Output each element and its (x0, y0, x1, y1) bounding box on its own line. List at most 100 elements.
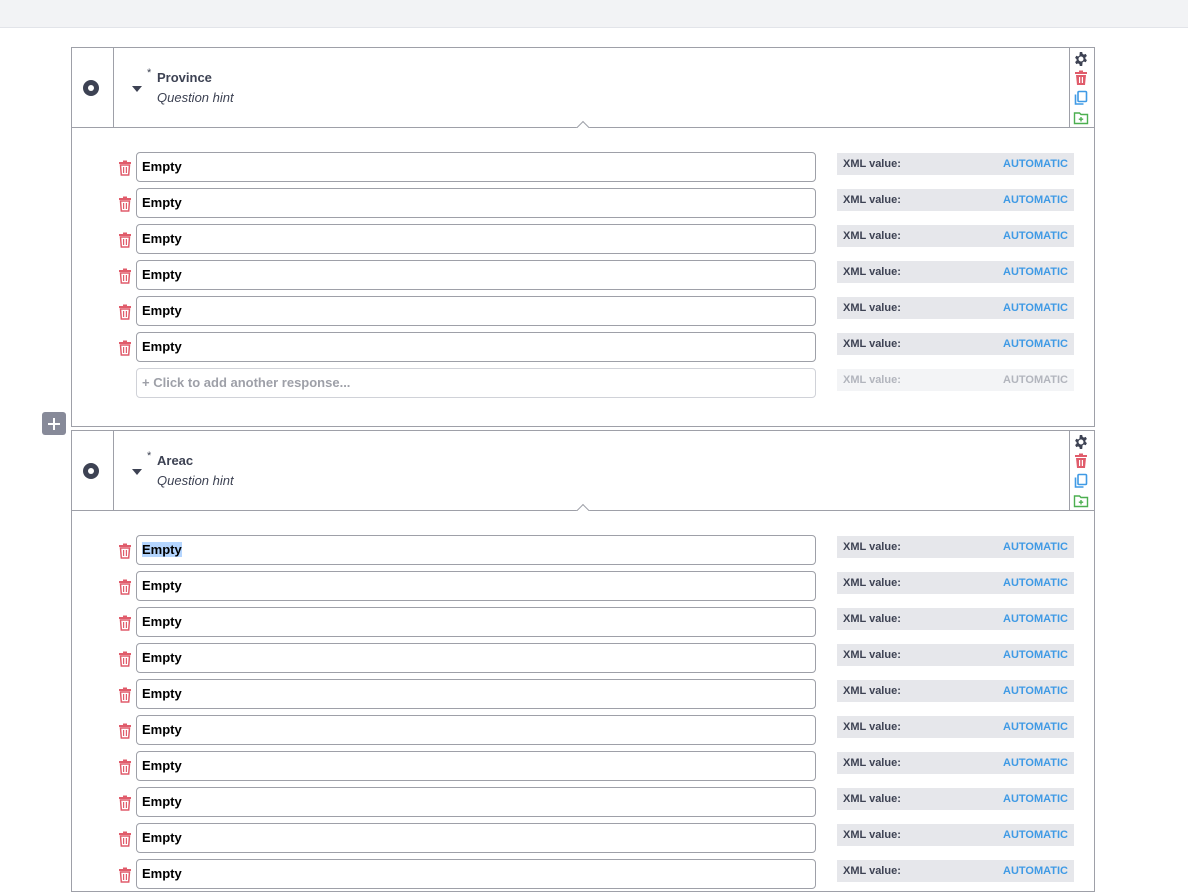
question-type-column (72, 431, 114, 510)
xml-value-field[interactable]: XML value: AUTOMATIC (837, 644, 1074, 666)
option-label-input[interactable]: Empty (136, 260, 816, 290)
trash-icon[interactable] (1073, 70, 1089, 86)
trash-icon[interactable] (118, 232, 132, 248)
xml-value-automatic[interactable]: AUTOMATIC (1003, 261, 1068, 283)
xml-value-automatic[interactable]: AUTOMATIC (1003, 333, 1068, 355)
xml-value-automatic[interactable]: AUTOMATIC (1003, 860, 1068, 882)
copy-icon[interactable] (1073, 90, 1089, 106)
trash-icon[interactable] (1073, 453, 1089, 469)
xml-value-label: XML value: (843, 829, 901, 841)
option-label-input[interactable]: Empty (136, 224, 816, 254)
option-row: Empty XML value: AUTOMATIC (72, 535, 1094, 567)
xml-value-automatic[interactable]: AUTOMATIC (1003, 680, 1068, 702)
xml-value-label: XML value: (843, 158, 901, 170)
folder-plus-icon[interactable] (1073, 493, 1089, 509)
xml-value-field[interactable]: XML value: AUTOMATIC (837, 225, 1074, 247)
option-label-input[interactable]: Empty (136, 787, 816, 817)
trash-icon[interactable] (118, 687, 132, 703)
xml-value-automatic[interactable]: AUTOMATIC (1003, 644, 1068, 666)
xml-value-automatic[interactable]: AUTOMATIC (1003, 608, 1068, 630)
xml-value-field[interactable]: XML value: AUTOMATIC (837, 189, 1074, 211)
xml-value-label: XML value: (843, 230, 901, 242)
xml-value-label: XML value: (843, 577, 901, 589)
xml-value-field[interactable]: XML value: AUTOMATIC (837, 297, 1074, 319)
xml-value-field[interactable]: XML value: AUTOMATIC (837, 153, 1074, 175)
xml-value-automatic[interactable]: AUTOMATIC (1003, 752, 1068, 774)
xml-value-automatic[interactable]: AUTOMATIC (1003, 716, 1068, 738)
xml-value-field[interactable]: XML value: AUTOMATIC (837, 824, 1074, 846)
header-notch (576, 120, 590, 128)
option-label-input[interactable]: Empty (136, 152, 816, 182)
xml-value-automatic[interactable]: AUTOMATIC (1003, 788, 1068, 810)
question-type-column (72, 48, 114, 127)
xml-value-field[interactable]: XML value: AUTOMATIC (837, 716, 1074, 738)
xml-value-automatic[interactable]: AUTOMATIC (1003, 189, 1068, 211)
question-label[interactable]: Province (157, 70, 212, 85)
option-label-input[interactable]: Empty (136, 715, 816, 745)
option-row: Empty XML value: AUTOMATIC (72, 260, 1094, 292)
xml-value-field[interactable]: XML value: AUTOMATIC (837, 261, 1074, 283)
trash-icon[interactable] (118, 651, 132, 667)
option-row: Empty XML value: AUTOMATIC (72, 296, 1094, 328)
option-label-input[interactable]: Empty (136, 188, 816, 218)
trash-icon[interactable] (118, 160, 132, 176)
xml-value-field[interactable]: XML value: AUTOMATIC (837, 536, 1074, 558)
xml-value-automatic[interactable]: AUTOMATIC (1003, 225, 1068, 247)
option-row: Empty XML value: AUTOMATIC (72, 332, 1094, 364)
xml-value-automatic[interactable]: AUTOMATIC (1003, 536, 1068, 558)
option-label-input[interactable]: Empty (136, 571, 816, 601)
question-hint[interactable]: Question hint (157, 90, 234, 105)
xml-value-automatic[interactable]: AUTOMATIC (1003, 572, 1068, 594)
trash-icon[interactable] (118, 304, 132, 320)
xml-value-field[interactable]: XML value: AUTOMATIC (837, 860, 1074, 882)
trash-icon[interactable] (118, 615, 132, 631)
xml-value-automatic[interactable]: AUTOMATIC (1003, 153, 1068, 175)
trash-icon[interactable] (118, 196, 132, 212)
option-label-input[interactable]: Empty (136, 751, 816, 781)
option-label-input[interactable]: Empty (136, 859, 816, 889)
question-actions (1069, 431, 1094, 510)
header-notch (576, 503, 590, 511)
xml-value-field[interactable]: XML value: AUTOMATIC (837, 752, 1074, 774)
add-question-button[interactable] (42, 412, 66, 435)
option-label-input[interactable]: Empty (136, 535, 816, 565)
option-label-input[interactable]: Empty (136, 607, 816, 637)
add-response-input[interactable]: + Click to add another response... (136, 368, 816, 398)
caret-down-icon[interactable] (132, 469, 142, 475)
question-label[interactable]: Areac (157, 453, 193, 468)
question-header: * Areac Question hint (72, 431, 1094, 511)
copy-icon[interactable] (1073, 473, 1089, 489)
option-row: Empty XML value: AUTOMATIC (72, 643, 1094, 675)
trash-icon[interactable] (118, 759, 132, 775)
option-row: Empty XML value: AUTOMATIC (72, 715, 1094, 747)
gear-icon[interactable] (1073, 434, 1089, 450)
option-label-input[interactable]: Empty (136, 643, 816, 673)
option-label-input[interactable]: Empty (136, 332, 816, 362)
xml-value-field[interactable]: XML value: AUTOMATIC (837, 333, 1074, 355)
trash-icon[interactable] (118, 268, 132, 284)
caret-down-icon[interactable] (132, 86, 142, 92)
xml-value-automatic[interactable]: AUTOMATIC (1003, 297, 1068, 319)
trash-icon[interactable] (118, 543, 132, 559)
trash-icon[interactable] (118, 795, 132, 811)
option-label-input[interactable]: Empty (136, 679, 816, 709)
xml-value-automatic[interactable]: AUTOMATIC (1003, 824, 1068, 846)
option-label-input[interactable]: Empty (136, 296, 816, 326)
trash-icon[interactable] (118, 579, 132, 595)
xml-value-field[interactable]: XML value: AUTOMATIC (837, 680, 1074, 702)
folder-plus-icon[interactable] (1073, 110, 1089, 126)
trash-icon[interactable] (118, 723, 132, 739)
xml-value-label: XML value: (843, 685, 901, 697)
option-label-input[interactable]: Empty (136, 823, 816, 853)
xml-value-label: XML value: (843, 194, 901, 206)
question-hint[interactable]: Question hint (157, 473, 234, 488)
top-bar (0, 0, 1188, 28)
gear-icon[interactable] (1073, 51, 1089, 67)
xml-value-field[interactable]: XML value: AUTOMATIC (837, 788, 1074, 810)
trash-icon[interactable] (118, 831, 132, 847)
trash-icon[interactable] (118, 867, 132, 883)
xml-value-field[interactable]: XML value: AUTOMATIC (837, 572, 1074, 594)
xml-value-label: XML value: (843, 793, 901, 805)
trash-icon[interactable] (118, 340, 132, 356)
xml-value-field[interactable]: XML value: AUTOMATIC (837, 608, 1074, 630)
